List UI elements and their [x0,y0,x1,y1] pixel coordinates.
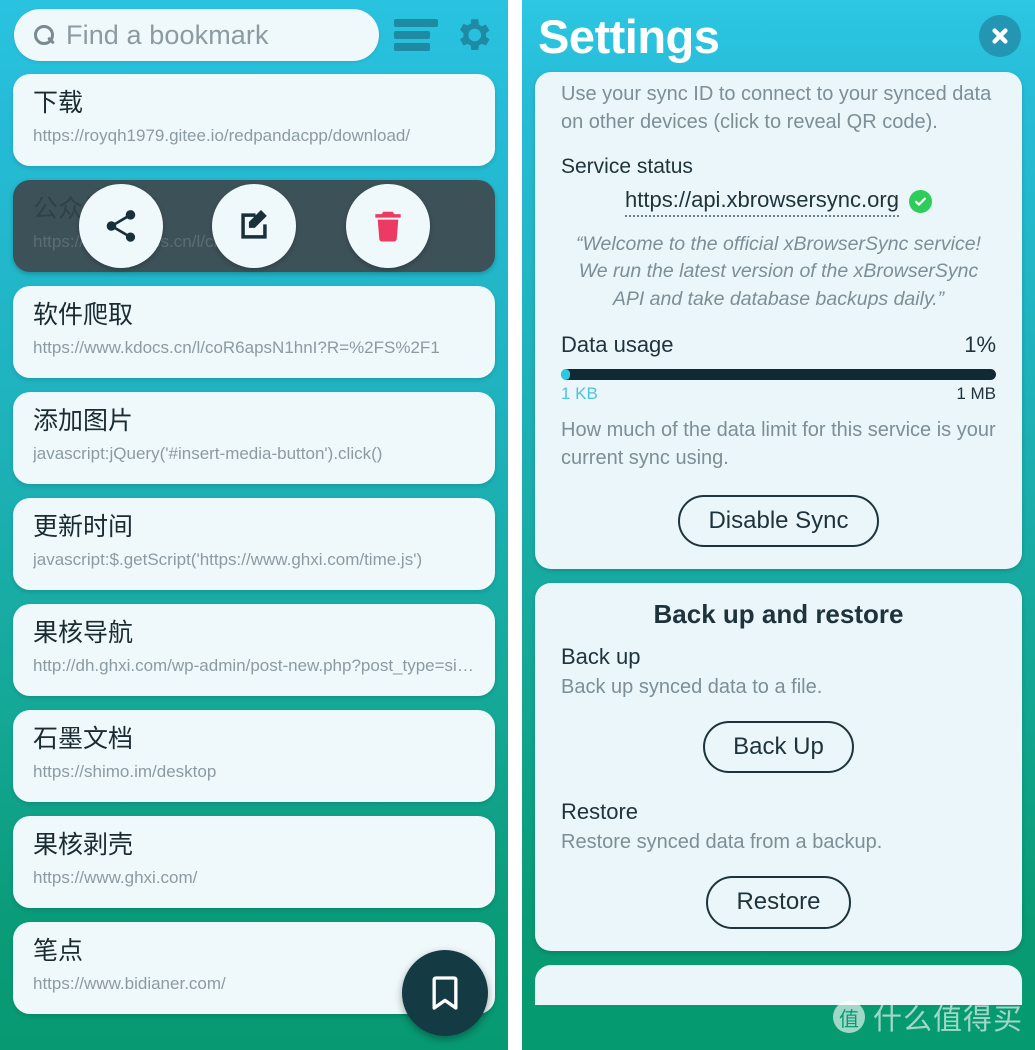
restore-description: Restore synced data from a backup. [561,831,883,854]
bookmark-url: https://www.ghxi.com/ [33,868,198,887]
bookmark-list[interactable]: 下载 https://royqh1979.gitee.io/redpandacpp… [0,74,508,1028]
hamburger-bar [394,31,430,39]
back-up-button[interactable]: Back Up [703,721,854,774]
bookmark-title: 更新时间 [33,513,134,541]
bookmark-title: 添加图片 [33,407,134,435]
panel-divider [508,0,522,1050]
delete-button[interactable] [345,184,430,268]
backup-label: Back up [561,644,641,670]
trash-icon [374,211,401,242]
bookmark-url: javascript:jQuery('#insert-media-button'… [33,444,383,463]
bookmark-card[interactable]: 石墨文档 https://shimo.im/desktop [13,710,495,802]
data-usage-help: How much of the data limit for this serv… [561,418,996,470]
bookmark-card[interactable]: 果核剥壳 https://www.ghxi.com/ [13,816,495,908]
backup-restore-card: Back up and restore Back up Back up sync… [535,583,1022,951]
data-usage-progress-fill [561,368,570,380]
progress-scale-min: 1 KB [561,383,598,403]
bookmark-card[interactable]: 更新时间 javascript:$.getScript('https://www.… [13,498,495,590]
bookmark-url: https://royqh1979.gitee.io/redpandacpp/d… [33,126,411,145]
restore-button[interactable]: Restore [706,876,851,929]
bookmark-title: 果核导航 [33,619,134,647]
close-icon[interactable] [979,15,1021,57]
bookmark-title: 石墨文档 [33,725,134,753]
data-usage-percent: 1% [964,331,996,357]
settings-panel: Settings Use your sync ID to connect to … [522,0,1035,1050]
restore-label: Restore [561,799,639,825]
data-usage-progress-bar [561,368,996,380]
bookmark-card[interactable]: 下载 https://royqh1979.gitee.io/redpandacpp… [13,74,495,166]
hamburger-bar [394,19,438,27]
progress-scale-max: 1 MB [956,383,996,403]
sync-settings-card: Use your sync ID to connect to your sync… [535,72,1022,570]
disable-sync-button[interactable]: Disable Sync [678,494,879,548]
share-button[interactable] [78,184,163,268]
search-icon [32,23,56,47]
watermark-badge: 值 [832,1001,865,1033]
bookmarks-panel: Find a bookmark 下载 https://royqh1979.gite… [0,0,508,1050]
hamburger-icon[interactable] [394,16,438,54]
search-toolbar: Find a bookmark [0,9,508,61]
backup-description: Back up synced data to a file. [561,676,823,699]
service-status-row: https://api.xbrowsersync.org [561,187,996,217]
sync-description: Use your sync ID to connect to your sync… [561,83,992,134]
bookmark-title: 笔点 [33,937,84,965]
search-placeholder: Find a bookmark [66,19,269,50]
bookmark-url: javascript:$.getScript('https://www.ghxi… [33,550,423,569]
bookmark-card[interactable]: 果核导航 http://dh.ghxi.com/wp-admin/post-new… [13,604,495,696]
progress-scale: 1 KB 1 MB [561,384,996,404]
check-circle-icon [908,190,932,214]
service-status-label: Service status [561,154,693,178]
hamburger-bar [394,43,430,51]
bookmark-title: 果核剥壳 [33,831,134,859]
service-quote: “Welcome to the official xBrowserSync se… [576,232,981,311]
search-input[interactable]: Find a bookmark [14,9,379,61]
bookmark-title: 软件爬取 [33,301,134,329]
share-icon [106,210,135,242]
settings-header: Settings [522,0,1035,72]
add-bookmark-fab[interactable] [402,950,488,1036]
bookmark-url: https://www.kdocs.cn/l/coR6apsN1hnI?R=%2… [33,338,440,357]
bookmark-url: http://dh.ghxi.com/wp-admin/post-new.php… [33,656,475,675]
bookmark-title: 下载 [33,89,84,117]
data-usage-row: Data usage 1% [561,332,996,358]
bookmark-url: https://shimo.im/desktop [33,762,217,781]
bookmark-card-selected[interactable]: 公众号列表https://www.kdocs.cn/l/cnNwDg?R [13,180,495,272]
bookmark-card[interactable]: 添加图片 javascript:jQuery('#insert-media-but… [13,392,495,484]
bookmark-card[interactable]: 软件爬取 https://www.kdocs.cn/l/coR6apsN1hnI?… [13,286,495,378]
page-title: Settings [538,9,720,63]
edit-button[interactable] [212,184,296,268]
bookmark-action-overlay [13,180,495,272]
edit-icon [241,210,267,239]
next-settings-card[interactable] [535,964,1022,1005]
app-root: Find a bookmark 下载 https://royqh1979.gite… [0,0,1035,1050]
data-usage-label: Data usage [561,331,674,357]
gear-icon[interactable] [452,14,494,56]
backup-restore-heading: Back up and restore [653,599,904,630]
service-url-link[interactable]: https://api.xbrowsersync.org [625,187,899,217]
